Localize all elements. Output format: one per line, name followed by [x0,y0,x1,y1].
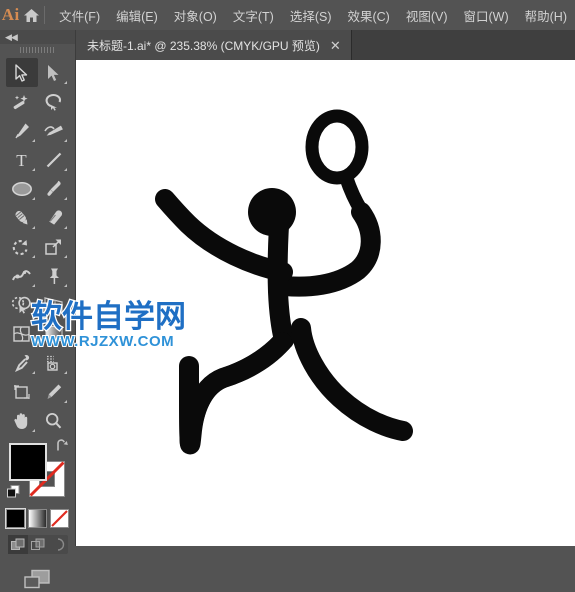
tool-eyedropper[interactable] [6,348,38,377]
menu-edit[interactable]: 编辑(E) [108,0,166,30]
collapse-panel-icon[interactable]: ◀◀ [5,32,18,43]
tool-grid: T [0,58,75,435]
tool-type[interactable]: T [6,145,38,174]
rotate-icon [12,239,28,255]
tool-shape-builder[interactable] [6,290,38,319]
close-icon[interactable]: ✕ [330,39,341,52]
pen-icon [14,123,29,138]
tool-puppet-warp[interactable] [38,261,70,290]
menu-object[interactable]: 对象(O) [166,0,225,30]
tool-ellipse[interactable] [6,174,38,203]
tool-curvature[interactable] [38,116,70,145]
tool-magic-wand[interactable] [6,87,38,116]
illustrator-window: Ai 文件(F) 编辑(E) 对象(O) 文字(T) 选择(S) 效果(C) 视… [0,0,575,589]
menu-select[interactable]: 选择(S) [282,0,340,30]
tools-panel: ◀◀ T [0,30,76,589]
menu-bar: Ai 文件(F) 编辑(E) 对象(O) 文字(T) 选择(S) 效果(C) 视… [0,0,575,30]
scale-icon [45,238,62,255]
puppet-warp-pin-icon [49,268,59,284]
menu-file[interactable]: 文件(F) [51,0,108,30]
blend-icon [47,355,58,371]
draw-normal-button[interactable] [7,535,28,554]
tool-pen[interactable] [6,116,38,145]
solid-color-icon [7,510,24,527]
stick-figure-drawing [155,109,413,455]
width-warp-icon [12,269,31,280]
default-fill-stroke-icon[interactable] [6,485,20,503]
tool-direct-selection[interactable] [38,58,70,87]
magic-wand-icon [13,94,28,109]
none-swatch-icon [51,510,68,527]
lasso-icon [45,93,62,111]
perspective-grid-icon [44,296,63,313]
screen-mode-icon [23,569,50,589]
menu-view[interactable]: 视图(V) [398,0,456,30]
tool-width-warp[interactable] [6,261,38,290]
type-icon: T [16,151,27,169]
paintbrush-icon [46,180,61,196]
tool-slice[interactable] [38,377,70,406]
curvature-icon [43,125,63,136]
draw-mode-row [7,535,68,554]
direct-selection-arrow-icon [48,64,59,81]
home-icon[interactable] [22,0,41,30]
tool-hand[interactable] [6,406,38,435]
tools-panel-header: ◀◀ [0,30,75,44]
gradient-button[interactable] [28,509,47,528]
menu-divider [43,6,45,24]
line-segment-icon [46,152,61,167]
tool-line-segment[interactable] [38,145,70,174]
tool-scale[interactable] [38,232,70,261]
none-button[interactable] [50,509,69,528]
ellipse-icon [11,181,32,196]
swap-fill-stroke-icon[interactable] [55,439,69,457]
zoom-magnifier-icon [45,412,62,428]
hand-icon [14,412,28,429]
gradient-icon [45,326,62,341]
svg-text:T: T [16,151,27,169]
menu-type[interactable]: 文字(T) [225,0,282,30]
eyedropper-icon [14,354,29,372]
selection-arrow-icon [15,63,28,82]
draw-inside-button[interactable] [48,535,68,554]
mesh-icon [13,325,30,342]
tool-eraser[interactable] [38,203,70,232]
ai-logo-icon: Ai [1,5,20,24]
tool-perspective-grid[interactable] [38,290,70,319]
menu-window[interactable]: 窗口(W) [456,0,517,30]
tool-blend[interactable] [38,348,70,377]
tool-paintbrush[interactable] [38,174,70,203]
draw-inside-icon [57,538,64,551]
blob-brush-icon [14,210,27,225]
eraser-icon [48,209,62,225]
document-tab[interactable]: 未标题-1.ai* @ 235.38% (CMYK/GPU 预览) ✕ [75,30,352,60]
fill-stroke-control [6,439,68,499]
gradient-swatch-icon [29,510,46,527]
document-tab-title: 未标题-1.ai* @ 235.38% (CMYK/GPU 预览) [87,38,320,53]
solid-color-button[interactable] [5,508,26,529]
color-mode-row [0,508,75,529]
draw-behind-icon [30,538,44,550]
fill-swatch[interactable] [8,443,47,481]
tool-zoom[interactable] [38,406,70,435]
tool-blob-brush[interactable] [6,203,38,232]
artboard-icon [14,384,30,399]
tool-lasso[interactable] [38,87,70,116]
slice-knife-icon [47,384,61,399]
tool-rotate[interactable] [6,232,38,261]
menu-help[interactable]: 帮助(H) [517,0,575,30]
tool-mesh[interactable] [6,319,38,348]
tool-gradient[interactable] [38,319,70,348]
draw-normal-icon [10,538,24,550]
tools-panel-grip[interactable] [0,44,75,56]
tool-artboard[interactable] [6,377,38,406]
draw-behind-button[interactable] [28,535,48,554]
tool-selection[interactable] [5,58,38,87]
document-tab-bar: 未标题-1.ai* @ 235.38% (CMYK/GPU 预览) ✕ [75,30,575,60]
menu-effect[interactable]: 效果(C) [339,0,397,30]
screen-mode-button[interactable] [0,568,75,592]
shape-builder-icon [11,296,31,314]
canvas-area[interactable] [75,60,575,546]
